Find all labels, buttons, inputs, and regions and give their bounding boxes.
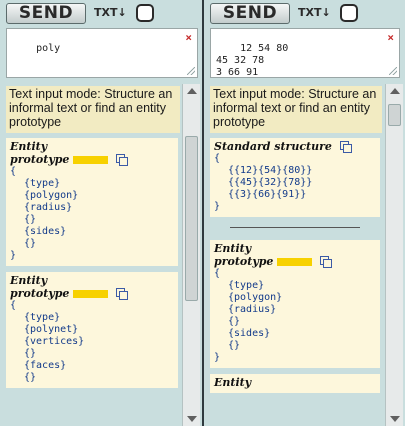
text-input-value: poly — [36, 43, 61, 54]
copy-icon[interactable] — [320, 256, 333, 268]
close-icon[interactable]: × — [387, 32, 394, 44]
card-title-cont: prototype — [214, 255, 274, 268]
vertical-scrollbar[interactable] — [385, 84, 403, 426]
code-line: {{45}{32}{78}} — [228, 177, 313, 188]
code-line: {{12}{54}{80}} — [228, 165, 313, 176]
mode-hint: Text input mode: Structure an informal t… — [210, 86, 382, 133]
card-title: Entity — [10, 140, 48, 153]
mode-hint: Text input mode: Structure an informal t… — [6, 86, 180, 133]
code-line: {{3}{66}{91}} — [228, 189, 307, 200]
highlight-bar — [73, 155, 109, 164]
code-line: {vertices} — [24, 336, 85, 347]
scroll-up-icon[interactable] — [187, 88, 197, 94]
code-line: {polygon} — [228, 292, 283, 303]
card-title: Entity — [214, 242, 252, 255]
txt-mode-toggle[interactable]: TXT↓ — [94, 6, 127, 19]
open-brace: { — [214, 153, 221, 164]
vertical-scrollbar[interactable] — [182, 84, 200, 426]
scroll-thumb[interactable] — [388, 104, 401, 126]
scroll-down-icon[interactable] — [390, 416, 400, 422]
code-line: {sides} — [228, 328, 271, 339]
code-line: {} — [24, 372, 37, 383]
code-line: {polynet} — [24, 324, 79, 335]
card-title-cont: prototype — [10, 287, 70, 300]
send-button[interactable]: SEND — [210, 3, 290, 24]
close-brace: } — [214, 201, 221, 212]
results-list: Standard structure { {{12}{54}{80}} {{45… — [210, 138, 380, 399]
standard-structure-card[interactable]: Standard structure { {{12}{54}{80}} {{45… — [210, 138, 380, 217]
copy-icon[interactable] — [339, 141, 352, 153]
text-input[interactable]: poly × — [6, 28, 198, 78]
code-line: {radius} — [24, 202, 73, 213]
copy-icon[interactable] — [116, 154, 129, 166]
close-brace: } — [10, 250, 17, 261]
highlight-bar — [73, 289, 109, 298]
scroll-down-icon[interactable] — [187, 416, 197, 422]
text-input[interactable]: 12 54 80 45 32 78 3 66 91 × — [210, 28, 400, 78]
resize-grip-icon[interactable] — [187, 67, 195, 75]
highlight-bar — [277, 257, 313, 266]
code-line: {polygon} — [24, 190, 79, 201]
open-brace: { — [214, 268, 221, 279]
resize-grip-icon[interactable] — [389, 67, 397, 75]
txt-mode-toggle[interactable]: TXT↓ — [298, 6, 331, 19]
mode-checkbox[interactable] — [136, 4, 154, 22]
code-line: {type} — [24, 178, 61, 189]
entity-prototype-card[interactable]: Entity prototype { {type} {polygon} {rad… — [210, 240, 380, 368]
entity-prototype-card[interactable]: Entity prototype { {type} {polygon} {rad… — [6, 138, 178, 266]
code-line: {sides} — [24, 226, 67, 237]
copy-icon[interactable] — [116, 288, 129, 300]
card-title: Entity — [10, 274, 48, 287]
code-line: {} — [228, 340, 241, 351]
code-line: {faces} — [24, 360, 67, 371]
right-panel: SEND TXT↓ 12 54 80 45 32 78 3 66 91 × Te… — [204, 0, 405, 426]
code-line: {} — [24, 214, 37, 225]
text-input-value: 12 54 80 45 32 78 3 66 91 — [216, 43, 289, 78]
mode-checkbox[interactable] — [340, 4, 358, 22]
code-line: {} — [24, 238, 37, 249]
left-panel: SEND TXT↓ poly × Text input mode: Struct… — [0, 0, 202, 426]
scroll-thumb[interactable] — [185, 136, 198, 301]
entity-prototype-card[interactable]: Entity prototype { {type} {polynet} {ver… — [6, 272, 178, 388]
close-brace: } — [214, 352, 221, 363]
entity-prototype-card[interactable]: Entity — [210, 374, 380, 393]
code-line: {type} — [24, 312, 61, 323]
code-line: {radius} — [228, 304, 277, 315]
close-icon[interactable]: × — [185, 32, 192, 44]
open-brace: { — [10, 166, 17, 177]
toolbar: SEND TXT↓ — [204, 0, 405, 28]
card-title: Standard structure — [214, 140, 332, 153]
code-line: {} — [228, 316, 241, 327]
results-list: Entity prototype { {type} {polygon} {rad… — [6, 138, 178, 394]
toolbar: SEND TXT↓ — [0, 0, 202, 28]
code-line: {type} — [228, 280, 265, 291]
code-line: {} — [24, 348, 37, 359]
open-brace: { — [10, 300, 17, 311]
scroll-up-icon[interactable] — [390, 88, 400, 94]
send-button[interactable]: SEND — [6, 3, 86, 24]
card-title: Entity — [214, 376, 252, 389]
separator — [230, 227, 360, 228]
card-title-cont: prototype — [10, 153, 70, 166]
